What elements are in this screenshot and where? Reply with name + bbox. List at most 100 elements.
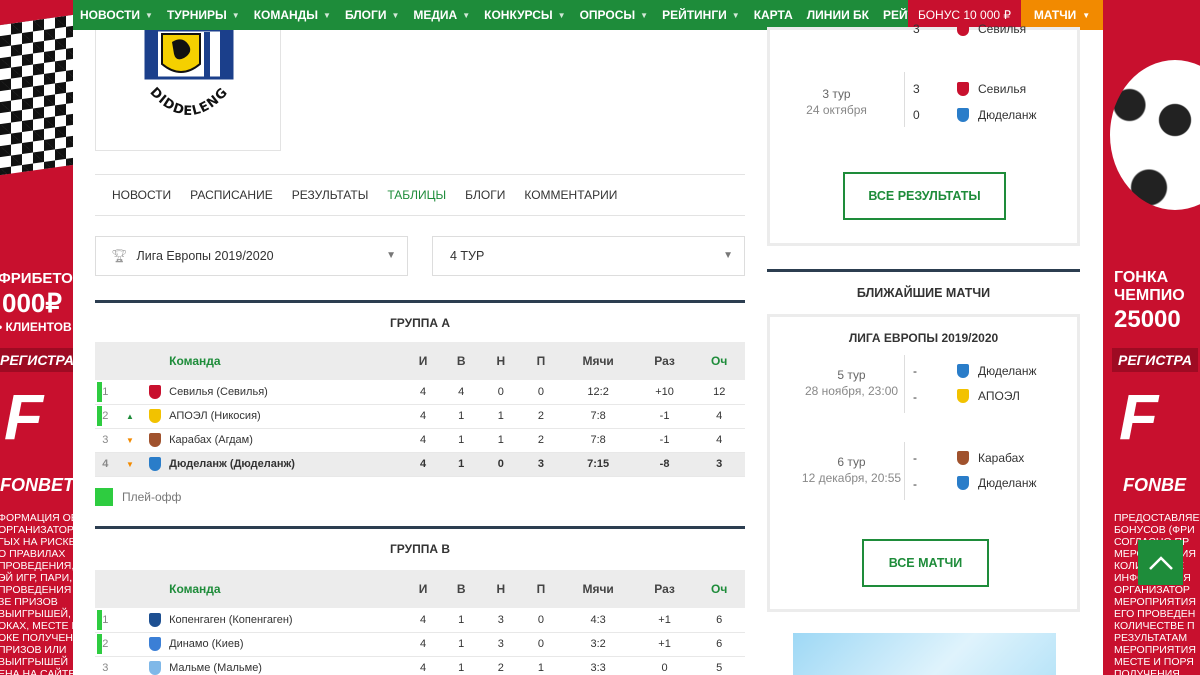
result-home-name: Севилья <box>978 82 1027 96</box>
row-g: 4 <box>403 632 443 657</box>
row-trend <box>119 608 141 633</box>
table-row[interactable]: 3 ▼ Карабах (Агдам) 4 1 1 2 7:8 -1 4 <box>95 428 745 453</box>
chevron-down-icon: ▼ <box>386 250 396 261</box>
playoff-marker <box>95 452 103 477</box>
table-row[interactable]: 1 Копенгаген (Копенгаген) 4 1 3 0 4:3 +1 6 <box>95 608 745 633</box>
table-row[interactable]: 4 ▼ Дюделанж (Дюделанж) 4 1 0 3 7:15 -8 3 <box>95 452 745 477</box>
row-team[interactable]: Мальме (Мальме) <box>169 656 404 675</box>
row-g: 4 <box>403 608 443 633</box>
nav-item-0[interactable]: НОВОСТИ ▼ <box>80 8 153 22</box>
col-points[interactable]: Оч <box>693 342 745 380</box>
col-diff[interactable]: Раз <box>635 570 694 608</box>
row-team[interactable]: Дюделанж (Дюделанж) <box>169 452 404 477</box>
europa-league-icon: 🏆︎ <box>111 248 128 263</box>
apoel-crest-icon <box>957 389 969 403</box>
nav-item-8[interactable]: КАРТА <box>754 8 793 22</box>
chevron-down-icon: ▼ <box>231 10 240 20</box>
col-goals[interactable]: Мячи <box>560 342 636 380</box>
all-matches-button[interactable]: ВСЕ МАТЧИ <box>862 539 989 587</box>
tab-5[interactable]: КОММЕНТАРИИ <box>524 188 617 202</box>
col-diff[interactable]: Раз <box>635 342 694 380</box>
table-row[interactable]: 1 Севилья (Севилья) 4 4 0 0 12:2 +10 12 <box>95 380 745 405</box>
tab-2[interactable]: РЕЗУЛЬТАТЫ <box>292 188 369 202</box>
trend-down-icon: ▼ <box>126 436 134 445</box>
col-logo <box>140 342 170 380</box>
divider <box>904 442 905 500</box>
col-team[interactable]: Команда <box>169 342 404 380</box>
all-results-button[interactable]: ВСЕ РЕЗУЛЬТАТЫ <box>843 172 1006 220</box>
nav-item-2[interactable]: КОМАНДЫ ▼ <box>254 8 331 22</box>
scroll-to-top-button[interactable] <box>1138 540 1183 585</box>
col-team[interactable]: Команда <box>169 570 404 608</box>
tournament-select[interactable]: 🏆︎ Лига Европы 2019/2020 ▼ <box>95 236 408 276</box>
row-team[interactable]: Копенгаген (Копенгаген) <box>169 608 404 633</box>
row-position: 2 <box>102 404 120 429</box>
table-row[interactable]: 3 Мальме (Мальме) 4 1 2 1 3:3 0 5 <box>95 656 745 675</box>
tab-4[interactable]: БЛОГИ <box>465 188 505 202</box>
round-select[interactable]: 4 ТУР ▼ <box>432 236 745 276</box>
matches-menu-button[interactable]: МАТЧИ ▼ <box>1021 0 1103 30</box>
tab-0[interactable]: НОВОСТИ <box>112 188 171 202</box>
upcoming-1-away[interactable]: АПОЭЛ <box>957 389 1020 403</box>
ad-right-register-button[interactable]: РЕГИСТРА <box>1112 348 1199 372</box>
row-logo <box>140 608 170 633</box>
col-draws[interactable]: Н <box>480 570 522 608</box>
col-points[interactable]: Оч <box>693 570 745 608</box>
left-ad-banner[interactable]: ФРИБЕТОВ 000₽ • КЛИЕНТОВ РЕГИСТРАЦИЯ F F… <box>0 0 73 675</box>
table-row[interactable]: 2 ▲ АПОЭЛ (Никосия) 4 1 1 2 7:8 -1 4 <box>95 404 745 429</box>
col-games[interactable]: И <box>403 342 443 380</box>
qarabag-crest-icon <box>957 451 969 465</box>
upcoming-2-home[interactable]: Карабах <box>957 451 1024 465</box>
group-a-header: ГРУППА А <box>95 300 745 340</box>
nav-item-3[interactable]: БЛОГИ ▼ <box>345 8 399 22</box>
playoff-marker <box>95 404 103 429</box>
upcoming-1-home[interactable]: Дюделанж <box>957 364 1036 378</box>
row-team[interactable]: АПОЭЛ (Никосия) <box>169 404 404 429</box>
nav-item-9[interactable]: ЛИНИИ БК <box>807 8 869 22</box>
tab-3[interactable]: ТАБЛИЦЫ <box>387 188 446 202</box>
row-team[interactable]: Карабах (Агдам) <box>169 428 404 453</box>
ad-left-register-button[interactable]: РЕГИСТРАЦИЯ <box>0 348 73 372</box>
nav-item-1[interactable]: ТУРНИРЫ ▼ <box>167 8 240 22</box>
col-bar <box>95 570 103 608</box>
ad-right-brand: FONBE <box>1123 475 1186 495</box>
ad-left-line2: 000₽ <box>2 288 62 318</box>
partial-team: Севилья <box>957 22 1026 36</box>
result-away-team[interactable]: Дюделанж <box>957 108 1036 122</box>
col-losses[interactable]: П <box>521 570 561 608</box>
tab-1[interactable]: РАСПИСАНИЕ <box>190 188 273 202</box>
divider <box>904 355 905 413</box>
row-d: 3 <box>480 608 522 633</box>
group-b-table: Команда И В Н П Мячи Раз Оч 1 Копенгаген (Копенга… <box>95 570 745 675</box>
row-logo <box>140 428 170 453</box>
col-goals[interactable]: Мячи <box>560 570 636 608</box>
nav-item-7[interactable]: РЕЙТИНГИ ▼ <box>662 8 740 22</box>
nav-item-5[interactable]: КОНКУРСЫ ▼ <box>484 8 565 22</box>
col-games[interactable]: И <box>403 570 443 608</box>
row-l: 2 <box>521 404 561 429</box>
col-wins[interactable]: В <box>442 570 481 608</box>
row-team[interactable]: Динамо (Киев) <box>169 632 404 657</box>
nav-item-4[interactable]: МЕДИА ▼ <box>413 8 470 22</box>
upcoming-header: БЛИЖАЙШИЕ МАТЧИ <box>767 269 1080 315</box>
upcoming-2-away[interactable]: Дюделанж <box>957 476 1036 490</box>
row-g: 4 <box>403 656 443 675</box>
col-wins[interactable]: В <box>442 342 481 380</box>
result-home-team[interactable]: Севилья <box>957 82 1026 96</box>
row-team[interactable]: Севилья (Севилья) <box>169 380 404 405</box>
nav-item-6[interactable]: ОПРОСЫ ▼ <box>580 8 648 22</box>
row-goals: 7:15 <box>560 452 636 477</box>
nav-item-label: КОМАНДЫ <box>253 8 319 22</box>
ad-fineprint-line: МЕРОПРИЯТИЯ <box>1114 644 1196 656</box>
ad-banner-image[interactable] <box>793 633 1056 675</box>
col-losses[interactable]: П <box>521 342 561 380</box>
row-w: 4 <box>442 380 481 405</box>
upcoming-1-round: 5 тур 28 ноября, 23:00 <box>783 367 920 399</box>
row-diff: 0 <box>635 656 694 675</box>
divider <box>904 72 905 127</box>
col-draws[interactable]: Н <box>480 342 522 380</box>
chevron-down-icon: ▼ <box>723 250 733 261</box>
upcoming-2-home-name: Карабах <box>978 451 1025 465</box>
team-crest-icon <box>148 612 161 627</box>
table-row[interactable]: 2 Динамо (Киев) 4 1 3 0 3:2 +1 6 <box>95 632 745 657</box>
